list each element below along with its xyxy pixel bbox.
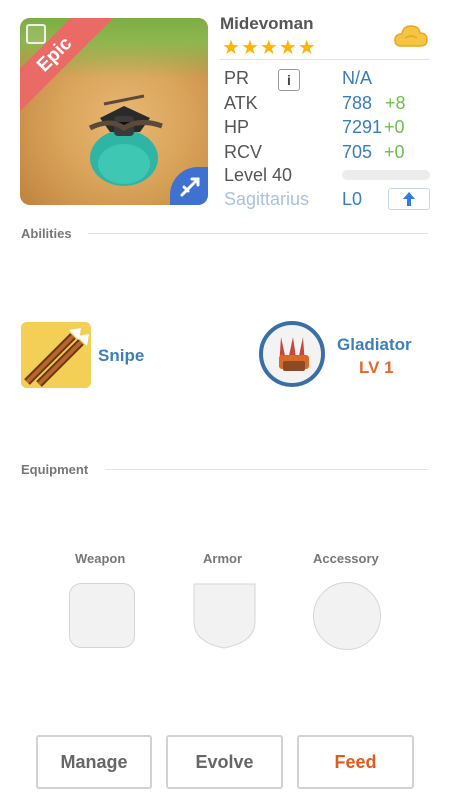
atk-value: 788 (342, 93, 373, 113)
xp-bar (342, 170, 430, 180)
star-icon: ★ (278, 37, 297, 59)
leader-skill-name: Gladiator (337, 335, 412, 354)
feed-button[interactable]: Feed (297, 735, 414, 789)
rcv-bonus: +0 (384, 142, 405, 162)
star-icon: ★ (297, 37, 316, 59)
hp-label: HP (224, 117, 250, 137)
card-list-icon[interactable] (26, 24, 46, 44)
atk-label: ATK (224, 93, 258, 113)
pr-label: PR (224, 68, 250, 88)
info-button[interactable]: i (278, 69, 300, 91)
up-arrow-icon (403, 192, 415, 206)
gladiator-icon[interactable] (259, 321, 325, 387)
abilities-divider (88, 233, 428, 234)
hp-bonus: +0 (384, 117, 405, 137)
constellation-label: Sagittarius (224, 189, 310, 209)
equipment-title: Equipment (21, 462, 89, 477)
arrows-icon (21, 322, 91, 388)
claw-icon (279, 337, 309, 371)
character-name: Midevoman (220, 14, 314, 33)
leader-skill-level: LV 1 (359, 358, 394, 377)
level-label: Level 40 (224, 165, 293, 185)
snipe-icon[interactable] (21, 322, 91, 388)
upgrade-button[interactable] (388, 188, 430, 210)
rcv-label: RCV (224, 142, 263, 162)
character-sprite (88, 94, 163, 186)
armor-slot[interactable] (192, 582, 257, 650)
archer-class-icon (180, 177, 200, 197)
weapon-slot[interactable] (69, 583, 135, 648)
star-icon: ★ (240, 37, 259, 59)
armor-label: Armor (203, 551, 243, 566)
atk-bonus: +8 (385, 93, 406, 113)
class-badge (170, 167, 208, 205)
rcv-value: 705 (342, 142, 373, 162)
star-icon: ★ (259, 37, 278, 59)
accessory-label: Accessory (313, 551, 379, 566)
character-portrait[interactable]: Epic (20, 18, 208, 205)
header-divider (220, 59, 430, 60)
hp-value: 7291 (342, 117, 383, 137)
accessory-slot[interactable] (313, 582, 381, 650)
weapon-label: Weapon (75, 551, 126, 566)
cloud-icon[interactable] (393, 22, 429, 52)
star-icon: ★ (222, 37, 240, 59)
equipment-divider (105, 469, 428, 470)
pr-value: N/A (342, 68, 373, 88)
skill-name: Snipe (98, 346, 145, 365)
manage-button[interactable]: Manage (36, 735, 152, 789)
constellation-level: L0 (342, 189, 363, 209)
star-rating: ★★★★★ (222, 38, 317, 59)
evolve-button[interactable]: Evolve (166, 735, 283, 789)
abilities-title: Abilities (21, 226, 72, 241)
